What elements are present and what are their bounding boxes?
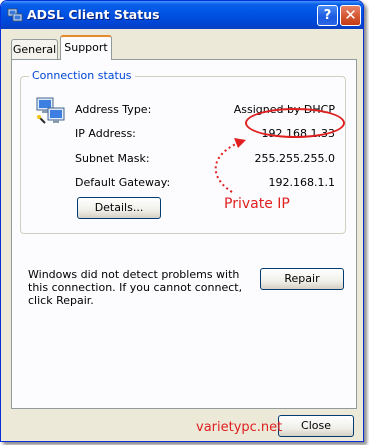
- network-connection-icon: [7, 8, 23, 22]
- close-button[interactable]: Close: [278, 415, 354, 437]
- help-button[interactable]: ?: [317, 5, 338, 26]
- subnet-mask-label: Subnet Mask:: [75, 152, 150, 165]
- address-type-label: Address Type:: [75, 103, 152, 116]
- watermark-text: varietypc.net: [196, 420, 283, 435]
- help-icon: ?: [323, 8, 332, 23]
- adsl-status-window: ADSL Client Status ? ✕ General Support C…: [0, 0, 364, 442]
- repair-button[interactable]: Repair: [260, 268, 344, 290]
- title-bar[interactable]: ADSL Client Status ? ✕: [1, 1, 363, 29]
- private-ip-annotation: Private IP: [224, 196, 290, 212]
- window-title: ADSL Client Status: [27, 7, 160, 22]
- default-gateway-label: Default Gateway:: [75, 176, 171, 189]
- annotation-arrow: [214, 138, 246, 193]
- network-computers-icon: [36, 97, 65, 124]
- ip-address-label: IP Address:: [75, 127, 136, 140]
- close-icon: ✕: [344, 6, 357, 24]
- tab-support[interactable]: Support: [60, 35, 112, 60]
- tab-general[interactable]: General: [11, 39, 58, 60]
- default-gateway-value: 192.168.1.1: [268, 176, 335, 189]
- details-button[interactable]: Details...: [77, 197, 161, 219]
- window-body: General Support Connection status Addres…: [5, 29, 361, 439]
- diagnostic-message: Windows did not detect problems with thi…: [28, 268, 243, 307]
- connection-status-group: Connection status Address Type: Assigned…: [20, 69, 346, 234]
- connection-status-label: Connection status: [29, 69, 135, 82]
- close-window-button[interactable]: ✕: [340, 5, 361, 26]
